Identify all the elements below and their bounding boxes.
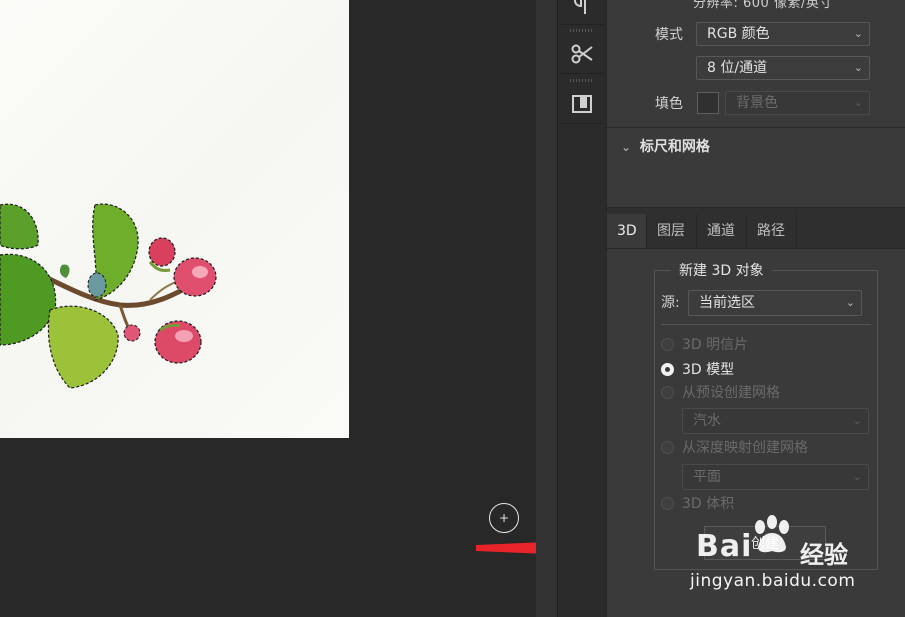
photoshop-window: + 分辨率: 600 像素/英寸 模式 RGB 颜色 ⌄ 8 位/通道 ⌄ 填色…	[0, 0, 905, 617]
chevron-down-icon: ⌄	[852, 470, 862, 483]
tab-paths[interactable]: 路径	[747, 214, 797, 248]
rulers-grid-label: 标尺和网格	[639, 139, 710, 155]
depth-map-value: 平面	[693, 469, 721, 485]
panel-toolstrip	[536, 0, 606, 617]
radio-icon	[661, 337, 674, 351]
fill-value: 背景色	[736, 95, 778, 111]
collapsed-panel-icons	[557, 0, 606, 617]
bit-depth-select[interactable]: 8 位/通道 ⌄	[696, 56, 870, 80]
preset-select[interactable]: 汽水 ⌄	[682, 408, 869, 434]
bit-depth-value: 8 位/通道	[707, 60, 768, 76]
tab-layers[interactable]: 图层	[647, 214, 697, 248]
radio-label: 从深度映射创建网格	[682, 440, 808, 456]
chevron-down-icon: ⌄	[853, 27, 863, 40]
fill-color-swatch[interactable]	[697, 92, 719, 114]
mode-select[interactable]: RGB 颜色 ⌄	[696, 22, 870, 46]
chevron-down-icon: ⌄	[621, 140, 632, 154]
radio-icon	[661, 385, 674, 399]
radio-icon	[661, 440, 674, 454]
section-divider	[607, 127, 905, 128]
document-canvas[interactable]	[0, 0, 349, 438]
group-divider	[661, 324, 871, 325]
preset-value: 汽水	[693, 413, 721, 429]
depth-map-select[interactable]: 平面 ⌄	[682, 464, 869, 490]
properties-panel: 分辨率: 600 像素/英寸 模式 RGB 颜色 ⌄ 8 位/通道 ⌄ 填色 背…	[606, 0, 905, 207]
resolution-text: 分辨率: 600 像素/英寸	[693, 0, 833, 11]
radio-icon	[661, 496, 674, 510]
radio-3d-model[interactable]: 3D 模型	[661, 359, 734, 379]
fill-select[interactable]: 背景色 ⌄	[725, 91, 870, 115]
fill-label: 填色	[655, 96, 683, 112]
book-icon[interactable]	[560, 85, 604, 124]
paragraph-icon[interactable]	[560, 0, 604, 25]
tab-channels[interactable]: 通道	[697, 214, 747, 248]
flower-artwork	[0, 203, 217, 389]
radio-3d-volume[interactable]: 3D 体积	[661, 493, 734, 513]
mode-label: 模式	[655, 27, 683, 43]
radio-label: 3D 明信片	[682, 337, 749, 353]
radio-label: 从预设创建网格	[682, 385, 780, 401]
baidu-paw-icon	[755, 515, 789, 553]
chevron-down-icon: ⌄	[853, 96, 863, 109]
baidu-jingyan-watermark: Bai 经验 jingyan.baidu.com	[690, 515, 870, 599]
chevron-down-icon: ⌄	[845, 296, 855, 309]
radio-label: 3D 体积	[682, 496, 735, 512]
radio-checked-icon	[661, 362, 674, 376]
new-3d-object-title: 新建 3D 对象	[671, 260, 772, 280]
radio-mesh-from-depth-map[interactable]: 从深度映射创建网格	[661, 437, 808, 457]
watermark-brand-suffix: 经验	[800, 541, 848, 569]
watermark-brand: Bai	[696, 529, 753, 564]
source-value: 当前选区	[699, 295, 755, 311]
panel-tabs: 3D 图层 通道 路径	[607, 208, 905, 249]
chevron-down-icon: ⌄	[853, 61, 863, 74]
mode-value: RGB 颜色	[707, 26, 770, 42]
rulers-grid-section[interactable]: ⌄ 标尺和网格	[621, 136, 710, 156]
panel-grip[interactable]	[570, 29, 594, 32]
radio-mesh-from-preset[interactable]: 从预设创建网格	[661, 382, 780, 402]
tools-icon[interactable]	[560, 35, 604, 74]
source-select[interactable]: 当前选区 ⌄	[688, 290, 862, 316]
tab-3d[interactable]: 3D	[607, 214, 647, 248]
radio-label: 3D 模型	[682, 362, 735, 378]
canvas-workspace[interactable]: +	[0, 0, 670, 617]
source-label: 源:	[661, 295, 680, 311]
panel-grip[interactable]	[570, 79, 594, 82]
watermark-url: jingyan.baidu.com	[690, 571, 856, 591]
chevron-down-icon: ⌄	[852, 414, 862, 427]
radio-3d-postcard[interactable]: 3D 明信片	[661, 334, 748, 354]
